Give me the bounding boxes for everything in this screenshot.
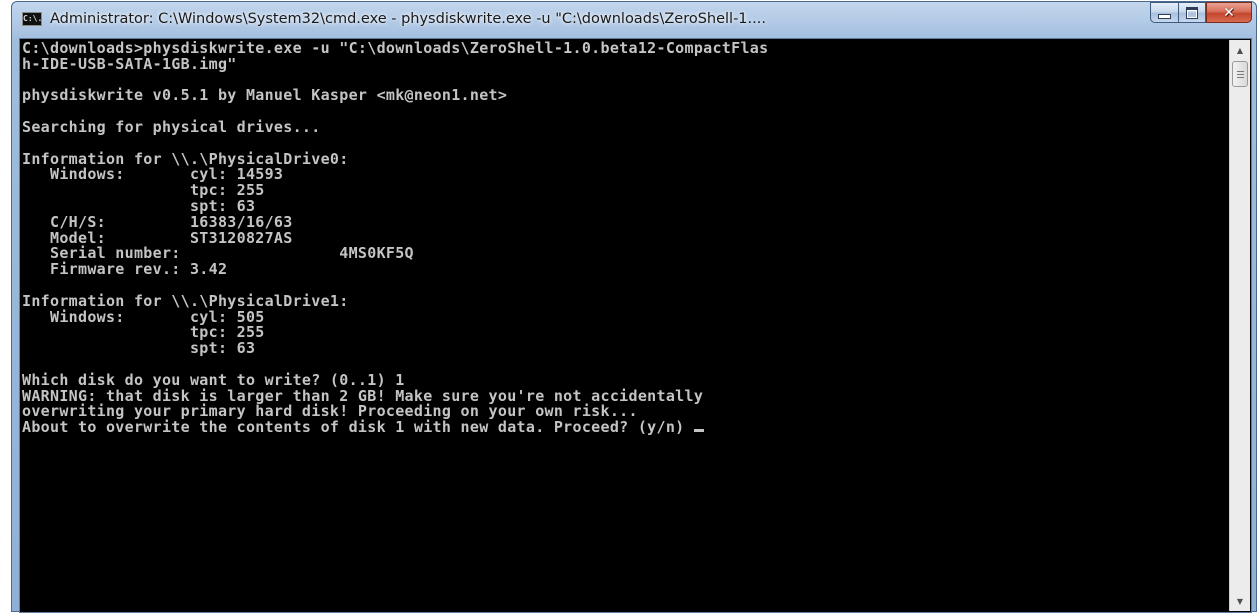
cmd-icon[interactable]: C:\.: [22, 12, 42, 26]
maximize-icon: [1186, 6, 1198, 19]
scroll-up-arrow-icon[interactable]: ▲: [1230, 40, 1250, 60]
title-bar[interactable]: C:\. Administrator: C:\Windows\System32\…: [12, 2, 1256, 38]
console-frame: C:\downloads>physdiskwrite.exe -u "C:\do…: [19, 38, 1252, 613]
minimize-button[interactable]: [1150, 2, 1178, 23]
minimize-icon: [1158, 13, 1171, 19]
console-output[interactable]: C:\downloads>physdiskwrite.exe -u "C:\do…: [22, 41, 1227, 611]
caption-buttons: ✕: [1150, 2, 1252, 24]
prompt-text: About to overwrite the contents of disk …: [22, 418, 694, 437]
cmd-window: C:\. Administrator: C:\Windows\System32\…: [11, 1, 1257, 613]
scroll-down-arrow-icon[interactable]: ▼: [1230, 591, 1250, 611]
text-cursor: [693, 429, 704, 433]
window-title: Administrator: C:\Windows\System32\cmd.e…: [50, 11, 766, 27]
console-line: Searching for physical drives...: [22, 117, 321, 136]
console-line: spt: 63: [22, 339, 256, 358]
scrollbar-thumb[interactable]: [1232, 61, 1248, 87]
close-icon: ✕: [1223, 4, 1235, 21]
vertical-scrollbar[interactable]: ▲ ▼: [1229, 40, 1250, 611]
grip-icon: [1236, 70, 1244, 78]
close-button[interactable]: ✕: [1206, 2, 1252, 23]
maximize-button[interactable]: [1178, 2, 1206, 23]
console-line: physdiskwrite v0.5.1 by Manuel Kasper <m…: [22, 86, 508, 105]
console-prompt-line[interactable]: About to overwrite the contents of disk …: [22, 418, 1227, 437]
console-line: h-IDE-USB-SATA-1GB.img": [22, 54, 237, 73]
console-lines: C:\downloads>physdiskwrite.exe -u "C:\do…: [22, 41, 1227, 436]
console-line: Firmware rev.: 3.42: [22, 260, 228, 279]
